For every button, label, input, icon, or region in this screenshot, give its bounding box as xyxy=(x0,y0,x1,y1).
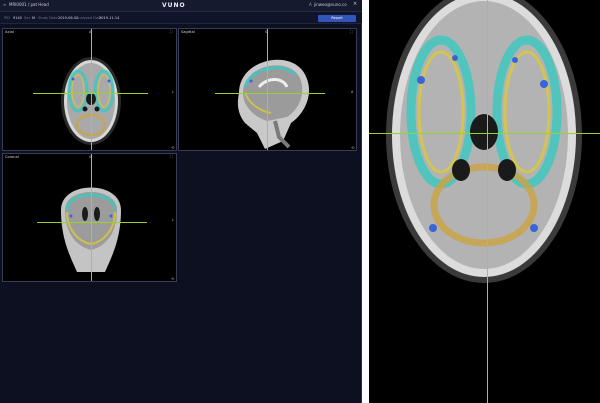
empty-viewport xyxy=(178,153,357,282)
close-icon[interactable]: × xyxy=(353,1,357,7)
coronal-orientation-top: S xyxy=(89,155,92,159)
axial-orientation-right: L xyxy=(172,90,174,94)
coronal-brain-image xyxy=(61,187,121,272)
zoomed-crosshair-vertical xyxy=(487,0,488,403)
report-button[interactable]: Report xyxy=(318,14,356,22)
study-date-label: Study Date xyxy=(38,15,58,20)
analyzed-date-label: Analyzed Date xyxy=(76,15,102,20)
patient-info-bar: PID 9140 Sex M Study Date 2019-06-02 Ana… xyxy=(0,12,362,24)
coronal-label: Coronal xyxy=(5,155,19,159)
patient-id-value: 9140 xyxy=(13,15,22,20)
reset-icon[interactable]: ⟲ xyxy=(171,276,174,281)
sagittal-crosshair-vertical xyxy=(267,29,268,150)
axial-label: Axial xyxy=(5,30,14,34)
zoomed-axial-viewport[interactable] xyxy=(369,0,600,403)
sagittal-orientation-top: S xyxy=(265,30,268,34)
study-id: MRI0001 / pat Head xyxy=(9,2,49,7)
expand-icon[interactable]: ⛶ xyxy=(170,154,173,159)
sagittal-orientation-right: A xyxy=(351,90,354,94)
sagittal-label: Sagittal xyxy=(181,30,195,34)
axial-brain-image xyxy=(61,57,121,145)
sagittal-brain-image xyxy=(237,59,310,149)
user-icon[interactable]: A xyxy=(309,2,312,7)
sex-value: M xyxy=(32,15,36,20)
brand-logo: VUNO xyxy=(162,2,186,9)
reset-icon[interactable]: ⟲ xyxy=(171,145,174,150)
coronal-crosshair-vertical xyxy=(91,154,92,281)
viewer-app: ≡ MRI0001 / pat Head VUNO A jinwoo@vuno.… xyxy=(0,0,362,403)
axial-crosshair-vertical xyxy=(91,29,92,150)
coronal-viewport[interactable]: Coronal S L ⛶ ⟲ xyxy=(2,153,177,282)
zoomed-axial-brain-image xyxy=(386,0,582,283)
sex-label: Sex xyxy=(24,15,31,20)
sagittal-viewport[interactable]: Sagittal S A ⛶ ⟲ xyxy=(178,28,357,151)
axial-viewport[interactable]: Axial A L ⛶ ⟲ xyxy=(2,28,177,151)
top-bar: ≡ MRI0001 / pat Head VUNO A jinwoo@vuno.… xyxy=(0,0,362,12)
zoomed-crosshair-horizontal xyxy=(369,133,600,134)
reset-icon[interactable]: ⟲ xyxy=(351,145,354,150)
user-email[interactable]: jinwoo@vuno.co xyxy=(314,2,347,7)
menu-icon[interactable]: ≡ xyxy=(3,2,6,7)
coronal-orientation-right: L xyxy=(172,218,174,222)
analyzed-date-value: 2019-11-14 xyxy=(99,15,120,20)
patient-id-label: PID xyxy=(4,15,10,20)
sagittal-crosshair-horizontal xyxy=(215,93,325,94)
coronal-crosshair-horizontal xyxy=(37,222,147,223)
expand-icon[interactable]: ⛶ xyxy=(350,29,353,34)
expand-icon[interactable]: ⛶ xyxy=(170,29,173,34)
axial-orientation-top: A xyxy=(89,30,92,34)
